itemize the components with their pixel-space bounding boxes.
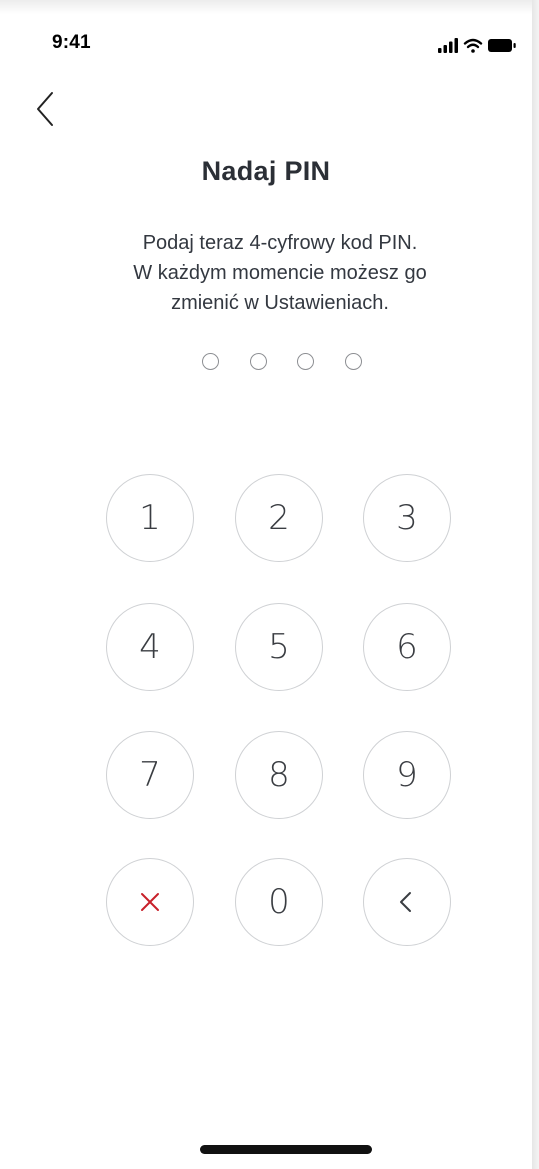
status-time: 9:41 [52, 32, 91, 53]
key-7[interactable]: 7 [106, 731, 194, 819]
chevron-left-icon [400, 892, 411, 912]
status-bar: 9:41 [0, 0, 532, 70]
key-8[interactable]: 8 [235, 731, 323, 819]
key-8-label: 8 [268, 755, 290, 795]
status-icons [438, 38, 516, 53]
close-icon [141, 893, 159, 911]
backspace-button[interactable] [363, 858, 451, 946]
key-9-label: 9 [396, 755, 418, 795]
instruction-line-3: zmienić w Ustawieniach. [171, 292, 389, 314]
key-5-label: 5 [268, 627, 290, 667]
home-indicator[interactable] [200, 1145, 372, 1154]
key-6-label: 6 [396, 627, 418, 667]
edge-shadow [532, 0, 539, 1169]
key-7-label: 7 [139, 755, 161, 795]
chevron-left-icon [37, 92, 53, 126]
wifi-icon [463, 38, 483, 53]
pin-dot [249, 353, 267, 370]
key-6[interactable]: 6 [363, 603, 451, 691]
key-0-label: 0 [268, 882, 290, 922]
key-3[interactable]: 3 [363, 474, 451, 562]
signal-icon [438, 38, 458, 53]
key-4-label: 4 [139, 627, 161, 667]
instruction-line-1: Podaj teraz 4-cyfrowy kod PIN. [142, 232, 418, 254]
key-1[interactable]: 1 [106, 474, 194, 562]
key-0[interactable]: 0 [235, 858, 323, 946]
key-2-label: 2 [268, 498, 290, 538]
pin-dot [297, 353, 315, 370]
pin-dot [202, 353, 219, 370]
key-5[interactable]: 5 [235, 603, 323, 691]
back-button[interactable] [30, 88, 70, 128]
phone-screen: 9:41 Nadaj PIN Podaj teraz 4-cyfrowy kod… [0, 0, 532, 1169]
pin-dot [344, 353, 362, 370]
key-2[interactable]: 2 [235, 474, 323, 562]
page-title: Nadaj PIN [201, 156, 331, 186]
instruction-line-2: W każdym momencie możesz go [133, 262, 427, 284]
instruction-text: Podaj teraz 4-cyfrowy kod PIN. W każdym … [40, 228, 520, 318]
key-1-label: 1 [139, 498, 161, 538]
key-9[interactable]: 9 [363, 731, 451, 819]
pin-indicator [202, 353, 362, 375]
key-4[interactable]: 4 [106, 603, 194, 691]
key-3-label: 3 [396, 498, 418, 538]
clear-button[interactable] [106, 858, 194, 946]
battery-icon [488, 39, 516, 52]
